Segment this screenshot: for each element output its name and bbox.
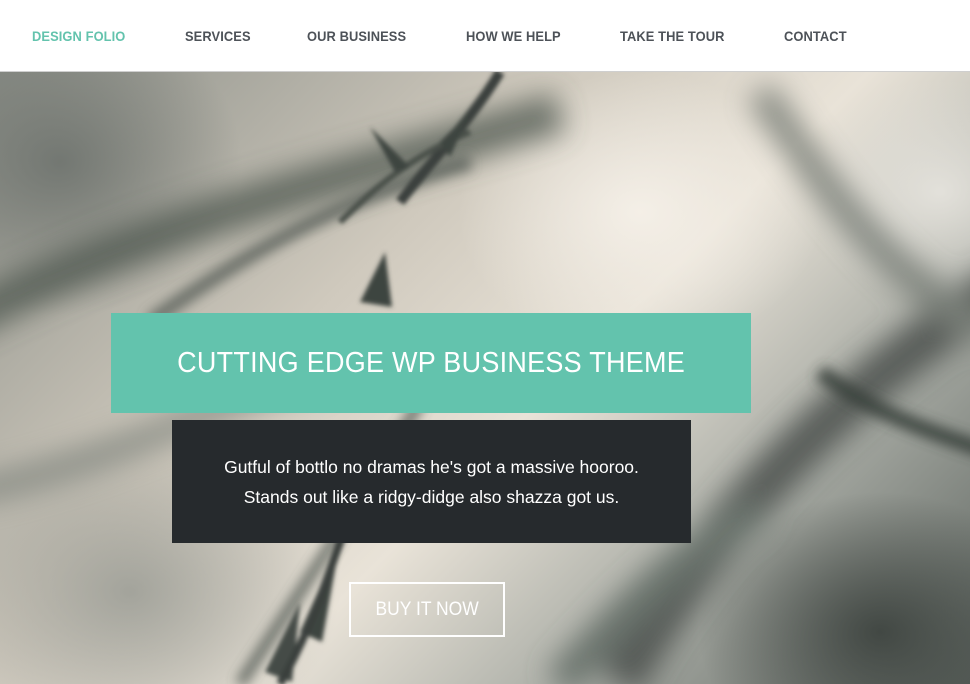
hero-description-line-2: Stands out like a ridgy-didge also shazz… <box>243 486 620 507</box>
main-navigation: DESIGN FOLIO SERVICES OUR BUSINESS HOW W… <box>0 0 970 72</box>
buy-it-now-button[interactable]: BUY IT NOW <box>349 582 505 637</box>
nav-menu: DESIGN FOLIO SERVICES OUR BUSINESS HOW W… <box>32 0 903 71</box>
hero-title: CUTTING EDGE WP BUSINESS THEME <box>177 346 685 379</box>
nav-item-design-folio[interactable]: DESIGN FOLIO <box>32 28 125 44</box>
buy-it-now-label: BUY IT NOW <box>375 598 479 620</box>
hero-description-box: Gutful of bottlo no dramas he's got a ma… <box>172 420 691 543</box>
nav-item-services[interactable]: SERVICES <box>185 28 251 44</box>
hero-section: CUTTING EDGE WP BUSINESS THEME Gutful of… <box>0 72 970 684</box>
nav-item-our-business[interactable]: OUR BUSINESS <box>307 28 406 44</box>
nav-item-contact[interactable]: CONTACT <box>784 28 847 44</box>
hero-description-line-1: Gutful of bottlo no dramas he's got a ma… <box>224 456 639 477</box>
nav-item-how-we-help[interactable]: HOW WE HELP <box>466 28 561 44</box>
hero-title-banner: CUTTING EDGE WP BUSINESS THEME <box>111 313 751 413</box>
nav-item-take-the-tour[interactable]: TAKE THE TOUR <box>620 28 724 44</box>
